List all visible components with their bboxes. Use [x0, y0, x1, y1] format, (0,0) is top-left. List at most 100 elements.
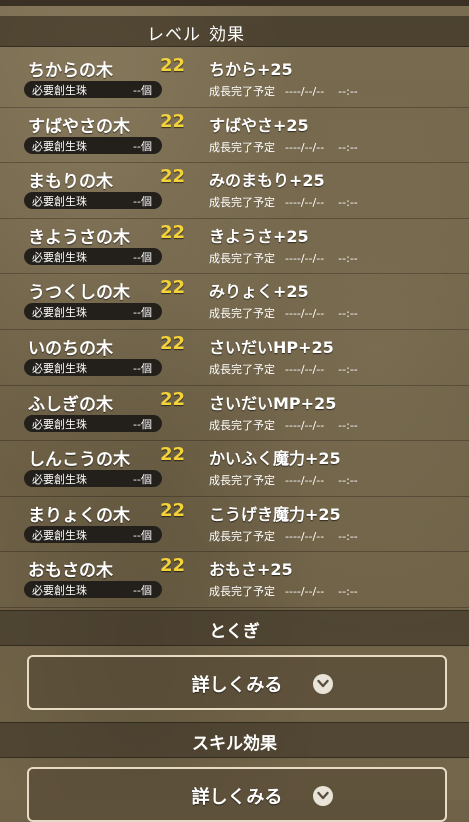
required-orb-badge: 必要創生珠 --個	[24, 581, 162, 599]
skill-effect-details-button[interactable]: 詳しくみる	[27, 767, 447, 822]
growth-schedule: 成長完了予定 ----/--/-- --:--	[209, 139, 358, 155]
tree-level: 22	[160, 166, 186, 188]
growth-schedule: 成長完了予定 ----/--/-- --:--	[209, 528, 358, 544]
growth-time: --:--	[338, 529, 358, 543]
growth-date: ----/--/--	[285, 362, 325, 376]
growth-label: 成長完了予定	[209, 196, 275, 210]
tree-name: まもりの木	[28, 172, 113, 193]
required-orb-label: 必要創生珠	[32, 250, 87, 264]
tree-effect: きようさ+25	[209, 226, 309, 246]
tree-effect: ちから+25	[209, 60, 293, 79]
required-orb-label: 必要創生珠	[32, 306, 87, 320]
tree-row[interactable]: おもさの木 22 おもさ+25 必要創生珠 --個 成長完了予定 ----/--/…	[0, 552, 469, 608]
skill-effect-section-header: スキル効果	[0, 722, 469, 758]
tree-name: しんこうの木	[28, 450, 130, 471]
tree-name: うつくしの木	[28, 283, 130, 304]
required-orb-label: 必要創生珠	[32, 584, 87, 598]
effect-column-header: 効果	[209, 25, 245, 45]
tree-row[interactable]: うつくしの木 22 みりょく+25 必要創生珠 --個 成長完了予定 ----/-…	[0, 274, 469, 330]
chevron-down-icon	[313, 674, 333, 694]
skill-effect-details-label: 詳しくみる	[191, 787, 283, 808]
tree-level: 22	[160, 555, 186, 577]
growth-schedule: 成長完了予定 ----/--/-- --:--	[209, 305, 358, 321]
required-orb-label: 必要創生珠	[32, 195, 87, 209]
tree-row[interactable]: まもりの木 22 みのまもり+25 必要創生珠 --個 成長完了予定 ----/-…	[0, 163, 469, 219]
tree-effect: すばやさ+25	[209, 115, 309, 135]
required-orb-badge: 必要創生珠 --個	[24, 81, 162, 98]
tokugi-details-button[interactable]: 詳しくみる	[27, 655, 447, 710]
tree-row[interactable]: まりょくの木 22 こうげき魔力+25 必要創生珠 --個 成長完了予定 ----…	[0, 497, 469, 553]
growth-label: 成長完了予定	[209, 529, 275, 543]
tree-name: まりょくの木	[28, 505, 130, 526]
growth-date: ----/--/--	[285, 474, 325, 488]
growth-schedule: 成長完了予定 ----/--/-- --:--	[209, 250, 358, 266]
tree-name: ちからの木	[28, 61, 113, 81]
growth-date: ----/--/--	[285, 529, 325, 543]
tree-level: 22	[160, 388, 186, 410]
required-orb-badge: 必要創生珠 --個	[24, 192, 162, 210]
growth-schedule: 成長完了予定 ----/--/-- --:--	[209, 194, 358, 210]
tree-row[interactable]: きようさの木 22 きようさ+25 必要創生珠 --個 成長完了予定 ----/-…	[0, 219, 469, 275]
growth-date: ----/--/--	[285, 307, 325, 321]
required-orb-badge: 必要創生珠 --個	[24, 414, 162, 432]
growth-schedule: 成長完了予定 ----/--/-- --:--	[209, 583, 358, 599]
tree-effect: さいだいMP+25	[209, 393, 337, 413]
growth-label: 成長完了予定	[209, 362, 275, 376]
tree-name: いのちの木	[28, 338, 113, 359]
tree-effect: かいふく魔力+25	[209, 449, 341, 469]
chevron-down-icon	[313, 786, 333, 806]
growth-date: ----/--/--	[285, 418, 325, 432]
required-orb-label: 必要創生珠	[32, 361, 87, 375]
tree-name: ふしぎの木	[28, 394, 113, 415]
required-orb-label: 必要創生珠	[32, 417, 87, 431]
tree-row[interactable]: いのちの木 22 さいだいHP+25 必要創生珠 --個 成長完了予定 ----/…	[0, 330, 469, 386]
required-orb-label: 必要創生珠	[32, 473, 87, 487]
required-orb-badge: 必要創生珠 --個	[24, 358, 162, 376]
growth-schedule: 成長完了予定 ----/--/-- --:--	[209, 472, 358, 488]
required-orb-value: --個	[133, 250, 152, 264]
tree-row[interactable]: ちからの木 22 ちから+25 必要創生珠 --個 成長完了予定 ----/--/…	[0, 52, 469, 108]
growth-time: --:--	[338, 307, 358, 321]
growth-time: --:--	[338, 196, 358, 210]
tree-name: おもさの木	[28, 561, 113, 582]
growth-label: 成長完了予定	[209, 140, 275, 154]
tree-row[interactable]: ふしぎの木 22 さいだいMP+25 必要創生珠 --個 成長完了予定 ----/…	[0, 386, 469, 442]
growth-time: --:--	[338, 585, 358, 599]
tree-effect: さいだいHP+25	[209, 337, 334, 357]
tree-level: 22	[160, 499, 186, 521]
tokugi-title: とくぎ	[209, 622, 260, 642]
required-orb-label: 必要創生珠	[32, 139, 87, 153]
growth-label: 成長完了予定	[209, 585, 275, 599]
required-orb-value: --個	[133, 528, 152, 542]
tree-level: 22	[160, 110, 186, 132]
growth-date: ----/--/--	[285, 196, 325, 210]
growth-label: 成長完了予定	[209, 251, 275, 265]
tokugi-section-header: とくぎ	[0, 610, 469, 646]
level-column-header: レベル	[147, 25, 201, 45]
tree-level: 22	[160, 444, 186, 466]
skill-effect-title: スキル効果	[192, 734, 277, 754]
tree-name: きようさの木	[28, 227, 130, 248]
growth-schedule: 成長完了予定 ----/--/-- --:--	[209, 417, 358, 433]
required-orb-badge: 必要創生珠 --個	[24, 247, 162, 265]
growth-label: 成長完了予定	[209, 85, 275, 98]
tree-list: ちからの木 22 ちから+25 必要創生珠 --個 成長完了予定 ----/--/…	[0, 52, 469, 608]
tree-effect: みりょく+25	[209, 282, 309, 302]
required-orb-badge: 必要創生珠 --個	[24, 303, 162, 321]
growth-time: --:--	[338, 474, 358, 488]
tree-row[interactable]: しんこうの木 22 かいふく魔力+25 必要創生珠 --個 成長完了予定 ----…	[0, 441, 469, 497]
tree-row[interactable]: すばやさの木 22 すばやさ+25 必要創生珠 --個 成長完了予定 ----/-…	[0, 108, 469, 164]
required-orb-value: --個	[133, 139, 152, 153]
required-orb-value: --個	[133, 195, 152, 209]
growth-schedule: 成長完了予定 ----/--/-- --:--	[209, 361, 358, 377]
tree-effect: みのまもり+25	[209, 171, 325, 191]
required-orb-label: 必要創生珠	[32, 84, 87, 97]
table-header: レベル 効果	[0, 16, 469, 47]
tree-effect: おもさ+25	[209, 560, 293, 580]
growth-label: 成長完了予定	[209, 474, 275, 488]
growth-date: ----/--/--	[285, 85, 325, 98]
tree-level: 22	[160, 55, 186, 76]
required-orb-badge: 必要創生珠 --個	[24, 470, 162, 488]
required-orb-value: --個	[133, 584, 152, 598]
required-orb-badge: 必要創生珠 --個	[24, 136, 162, 154]
